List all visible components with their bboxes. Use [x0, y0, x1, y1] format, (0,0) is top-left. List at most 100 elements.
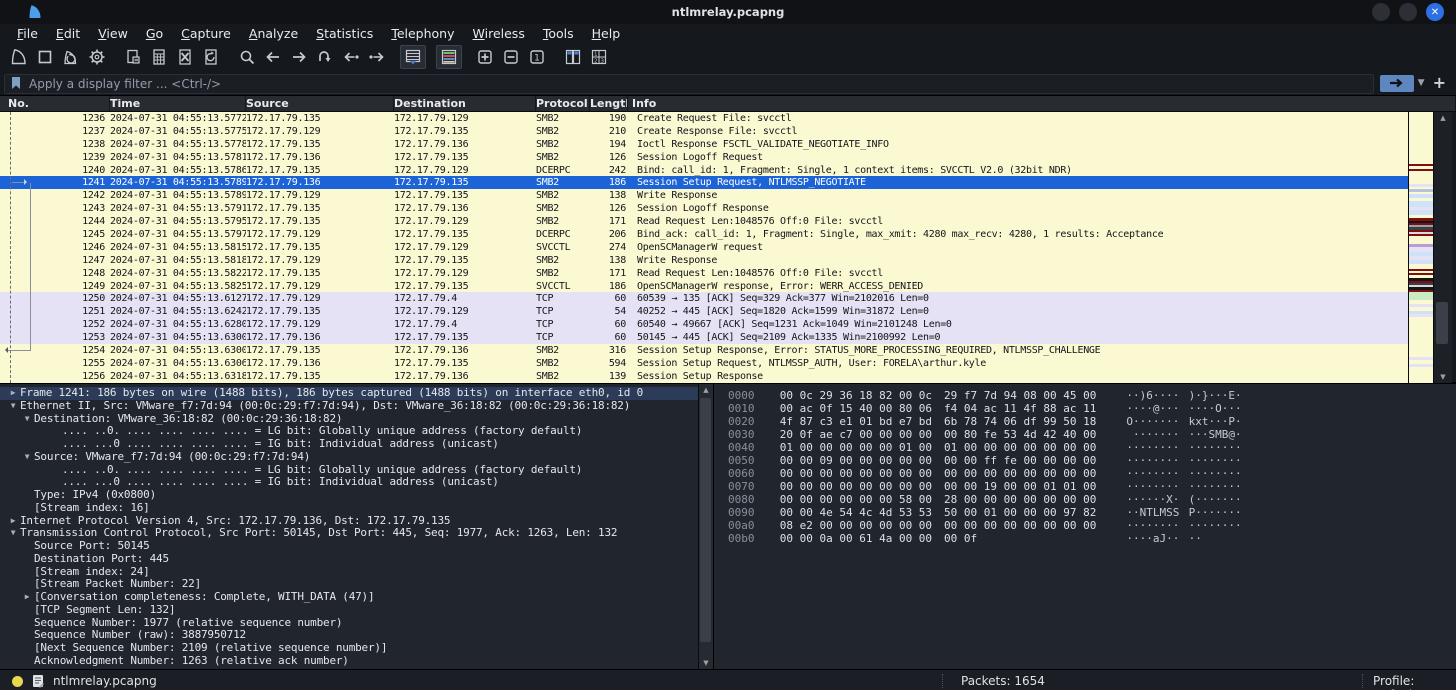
- menu-item-edit[interactable]: Edit: [47, 26, 89, 41]
- expander-collapsed-icon[interactable]: ▶: [6, 387, 20, 400]
- menu-item-view[interactable]: View: [89, 26, 137, 41]
- packet-row[interactable]: 1251 2024-07-31 04:55:13.6242… 172.17.79.1…: [0, 305, 1408, 319]
- hex-row[interactable]: 0060 00 00 00 00 00 00 00 00 00 00 00 00 0…: [714, 467, 1456, 480]
- packet-row[interactable]: 1241 2024-07-31 04:55:13.5789… 172.17.79.1…: [0, 176, 1408, 190]
- toolbar-number-columns-button[interactable]: 123: [586, 45, 612, 69]
- hex-row[interactable]: 0000 00 0c 29 36 18 82 00 0c 29 f7 7d 94 0…: [714, 389, 1456, 402]
- filter-bookmark-icon[interactable]: [10, 77, 22, 90]
- expander-expanded-icon[interactable]: ▼: [20, 451, 34, 464]
- minimize-button[interactable]: [1372, 3, 1390, 21]
- packet-row[interactable]: 1245 2024-07-31 04:55:13.5797… 172.17.79.1…: [0, 228, 1408, 241]
- hex-row[interactable]: 0070 00 00 00 00 00 00 00 00 00 00 19 00 0…: [714, 480, 1456, 493]
- toolbar-go-forward-button[interactable]: [286, 45, 312, 69]
- detail-tree-row[interactable]: ▶ Frame 1241: 186 bytes on wire (1488 bit…: [0, 386, 698, 400]
- column-header-destination[interactable]: Destination: [394, 96, 536, 111]
- column-header-source[interactable]: Source: [246, 96, 394, 111]
- hex-row[interactable]: 0020 4f 87 c3 e1 01 bd e7 bd 6b 78 74 06 d…: [714, 415, 1456, 428]
- toolbar-capture-restart-button[interactable]: [58, 45, 84, 69]
- detail-tree-row[interactable]: ▼ Ethernet II, Src: VMware_f7:7d:94 (00:0…: [0, 399, 698, 413]
- toolbar-zoom-out-button[interactable]: [498, 45, 524, 69]
- capture-comment-icon[interactable]: [32, 674, 44, 688]
- detail-pane-scrollbar[interactable]: ▲ ▼: [698, 384, 713, 669]
- intelligent-scrollbar-minimap[interactable]: [1408, 112, 1433, 383]
- hex-row[interactable]: 0030 20 0f ae c7 00 00 00 00 00 80 fe 53 4…: [714, 428, 1456, 441]
- menu-item-help[interactable]: Help: [583, 26, 630, 41]
- toolbar-next-packet-button[interactable]: [364, 45, 390, 69]
- packet-row[interactable]: 1240 2024-07-31 04:55:13.5786… 172.17.79.1…: [0, 163, 1408, 177]
- menu-item-capture[interactable]: Capture: [172, 26, 240, 41]
- apply-filter-button[interactable]: [1379, 74, 1414, 92]
- toolbar-previous-packet-button[interactable]: [338, 45, 364, 69]
- packet-list-scrollbar[interactable]: ▲ ▼: [1433, 112, 1452, 383]
- packet-row[interactable]: 1239 2024-07-31 04:55:13.5781… 172.17.79.1…: [0, 150, 1408, 164]
- detail-tree-row[interactable]: Type: IPv4 (0x0800): [0, 488, 698, 502]
- packet-row[interactable]: 1248 2024-07-31 04:55:13.5822… 172.17.79.1…: [0, 266, 1408, 280]
- detail-tree-row[interactable]: [Next Sequence Number: 2109 (relative se…: [0, 641, 698, 655]
- detail-tree-row[interactable]: .... ...0 .... .... .... .... = IG bit: …: [0, 437, 698, 451]
- maximize-button[interactable]: [1399, 3, 1417, 21]
- display-filter-input[interactable]: [4, 74, 1374, 94]
- toolbar-capture-stop-button[interactable]: [32, 45, 58, 69]
- expander-expanded-icon[interactable]: ▼: [20, 413, 34, 426]
- expander-collapsed-icon[interactable]: ▶: [6, 515, 20, 528]
- close-button[interactable]: ✕: [1426, 3, 1444, 21]
- column-header-length[interactable]: Length: [590, 96, 628, 111]
- packet-row[interactable]: 1252 2024-07-31 04:55:13.6280… 172.17.79.1…: [0, 318, 1408, 332]
- packet-row[interactable]: 1246 2024-07-31 04:55:13.5815… 172.17.79.1…: [0, 240, 1408, 254]
- detail-scroll-down-icon[interactable]: ▼: [699, 657, 713, 669]
- hex-row[interactable]: 00a0 08 e2 00 00 00 00 00 00 00 00 00 00 0…: [714, 519, 1456, 532]
- detail-tree-row[interactable]: Source Port: 50145: [0, 539, 698, 553]
- toolbar-save-file-button[interactable]: [146, 45, 172, 69]
- column-header-protocol[interactable]: Protocol: [536, 96, 590, 111]
- packet-row[interactable]: 1254 2024-07-31 04:55:13.6300… 172.17.79.1…: [0, 344, 1408, 357]
- hex-row[interactable]: 0010 00 ac 0f 15 40 00 80 06 f4 04 ac 11 4…: [714, 402, 1456, 415]
- hex-row[interactable]: 0050 00 00 09 00 00 00 00 00 00 00 ff fe 0…: [714, 454, 1456, 467]
- toolbar-open-file-button[interactable]: [120, 45, 146, 69]
- menu-item-statistics[interactable]: Statistics: [307, 26, 382, 41]
- packet-row[interactable]: 1236 2024-07-31 04:55:13.5772… 172.17.79.1…: [0, 112, 1408, 125]
- hex-row[interactable]: 0040 01 00 00 00 00 00 01 00 01 00 00 00 0…: [714, 441, 1456, 454]
- toolbar-go-to-packet-button[interactable]: [312, 45, 338, 69]
- toolbar-find-packet-button[interactable]: [234, 45, 260, 69]
- toolbar-resize-columns-button[interactable]: [560, 45, 586, 69]
- filter-dropdown-caret[interactable]: ▼: [1418, 78, 1425, 88]
- toolbar-capture-options-button[interactable]: [84, 45, 110, 69]
- column-header-no[interactable]: No.: [0, 96, 110, 111]
- detail-scrollbar-thumb[interactable]: [700, 398, 711, 642]
- toolbar-zoom-original-button[interactable]: 1: [524, 45, 550, 69]
- packet-row[interactable]: 1250 2024-07-31 04:55:13.6127… 172.17.79.1…: [0, 292, 1408, 306]
- toolbar-close-file-button[interactable]: [172, 45, 198, 69]
- scroll-up-arrow-icon[interactable]: ▲: [1434, 112, 1452, 124]
- detail-tree-row[interactable]: [Stream index: 16]: [0, 501, 698, 515]
- detail-tree-row[interactable]: Acknowledgment Number: 1263 (relative ac…: [0, 654, 698, 668]
- scrollbar-thumb[interactable]: [1436, 302, 1448, 344]
- packet-row[interactable]: 1256 2024-07-31 04:55:13.6318… 172.17.79.1…: [0, 369, 1408, 383]
- column-header-time[interactable]: Time: [110, 96, 246, 111]
- expander-expanded-icon[interactable]: ▼: [6, 527, 20, 540]
- detail-tree-row[interactable]: [TCP Segment Len: 132]: [0, 603, 698, 617]
- detail-tree-row[interactable]: Destination Port: 445: [0, 552, 698, 566]
- menu-item-go[interactable]: Go: [137, 26, 172, 41]
- scroll-down-arrow-icon[interactable]: ▼: [1434, 371, 1452, 383]
- hex-row[interactable]: 00b0 00 00 0a 00 61 4a 00 00 00 0f ····aJ··…: [714, 532, 1456, 545]
- toolbar-go-back-button[interactable]: [260, 45, 286, 69]
- packet-row[interactable]: 1243 2024-07-31 04:55:13.5791… 172.17.79.1…: [0, 202, 1408, 216]
- toolbar-reload-file-button[interactable]: [198, 45, 224, 69]
- expert-info-icon[interactable]: [12, 675, 23, 687]
- column-header-info[interactable]: Info: [628, 96, 1456, 111]
- detail-scroll-up-icon[interactable]: ▲: [699, 384, 713, 396]
- menu-item-tools[interactable]: Tools: [534, 26, 583, 41]
- menu-item-file[interactable]: File: [8, 26, 47, 41]
- add-filter-button[interactable]: +: [1429, 73, 1452, 94]
- packet-row[interactable]: 1255 2024-07-31 04:55:13.6306… 172.17.79.1…: [0, 356, 1408, 370]
- hex-row[interactable]: 0090 00 00 4e 54 4c 4d 53 53 50 00 01 00 0…: [714, 506, 1456, 519]
- packet-row[interactable]: 1237 2024-07-31 04:55:13.5775… 172.17.79.1…: [0, 124, 1408, 138]
- toolbar-zoom-in-button[interactable]: [472, 45, 498, 69]
- detail-tree-row[interactable]: ▶ [Conversation completeness: Complete, W…: [0, 590, 698, 604]
- packet-row[interactable]: 1244 2024-07-31 04:55:13.5795… 172.17.79.1…: [0, 215, 1408, 229]
- expander-collapsed-icon[interactable]: ▶: [20, 591, 34, 604]
- menu-item-wireless[interactable]: Wireless: [464, 26, 534, 41]
- toolbar-capture-start-button[interactable]: [6, 45, 32, 69]
- menu-item-analyze[interactable]: Analyze: [240, 26, 307, 41]
- expander-expanded-icon[interactable]: ▼: [6, 400, 20, 413]
